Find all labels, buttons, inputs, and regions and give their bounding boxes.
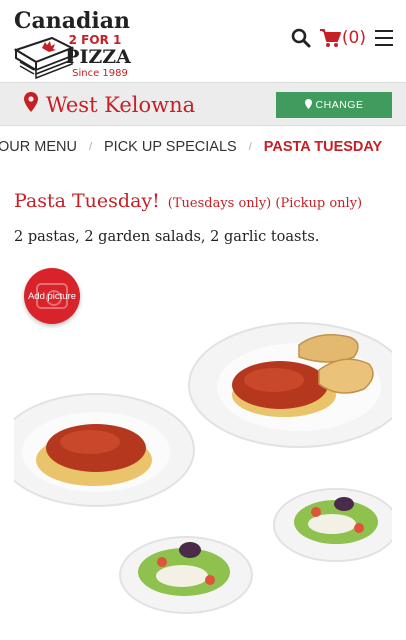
availability-note: (Tuesdays only) (Pickup only) [167, 196, 363, 211]
hamburger-menu-icon[interactable] [374, 29, 394, 47]
breadcrumb-separator: / [88, 141, 93, 153]
salad-plate [119, 536, 253, 614]
breadcrumb-separator: / [248, 141, 252, 153]
pasta-plate-with-toast [188, 322, 392, 448]
search-icon[interactable] [291, 28, 311, 48]
add-picture-button[interactable]: Add picture [24, 268, 80, 324]
salad-plate [273, 488, 392, 562]
change-label: CHANGE [315, 99, 364, 111]
breadcrumb-our-menu[interactable]: OUR MENU [0, 139, 77, 155]
page-title: Pasta Tuesday! [14, 190, 160, 212]
site-header: Canadian 2 FOR 1 PIZZA Since 1989 (0) [0, 0, 406, 82]
item-photo [14, 290, 392, 640]
logo-since: Since 1989 [72, 68, 128, 79]
map-pin-icon [24, 92, 38, 117]
item-description: 2 pastas, 2 garden salads, 2 garlic toas… [14, 229, 320, 245]
breadcrumb-pick-up-specials[interactable]: PICK UP SPECIALS [104, 139, 237, 155]
canadian-pizza-logo[interactable]: Canadian 2 FOR 1 PIZZA Since 1989 [12, 4, 134, 80]
add-picture-label: Add picture [27, 290, 77, 302]
pasta-plate [14, 393, 195, 507]
location-display: West Kelowna [24, 92, 195, 117]
logo-2for1: 2 FOR 1 [69, 33, 122, 47]
location-city: West Kelowna [46, 92, 196, 117]
header-actions: (0) [291, 28, 394, 48]
cart-button[interactable]: (0) [319, 28, 366, 48]
item-heading: Pasta Tuesday! (Tuesdays only) (Pickup o… [14, 190, 362, 212]
cart-count: (0) [341, 28, 366, 48]
cart-icon [319, 28, 341, 48]
change-location-button[interactable]: CHANGE [276, 92, 392, 118]
location-bar: West Kelowna CHANGE [0, 82, 406, 126]
logo-pizza: PIZZA [65, 46, 131, 68]
map-pin-icon [304, 98, 312, 112]
breadcrumb-pasta-tuesday[interactable]: PASTA TUESDAY [264, 139, 382, 155]
logo-canadian: Canadian [14, 8, 130, 34]
breadcrumb: OUR MENU / PICK UP SPECIALS / PASTA TUES… [0, 126, 406, 168]
pizza-box-icon [13, 36, 75, 80]
